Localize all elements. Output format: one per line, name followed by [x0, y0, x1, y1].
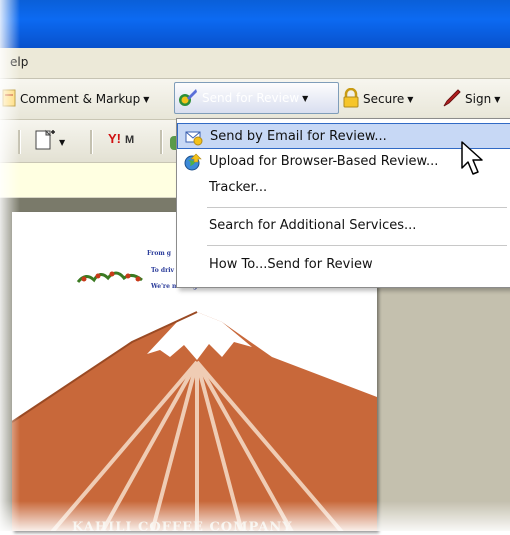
toolbar-separator — [160, 130, 163, 154]
tasks-toolbar: Comment & Markup ▼ Send for Review ▼ Secur… — [0, 79, 510, 120]
chevron-down-icon: ▼ — [494, 95, 501, 104]
menu-item-how-to[interactable]: How To...Send for Review — [177, 252, 510, 278]
coffee-plant-logo — [76, 271, 143, 283]
mountain-illustration — [12, 311, 377, 531]
sign-button[interactable]: Sign ▼ — [442, 88, 500, 110]
comment-markup-label: Comment & Markup — [20, 92, 141, 106]
chevron-down-icon: ▼ — [302, 94, 309, 103]
comment-markup-button[interactable]: Comment & Markup ▼ — [2, 88, 149, 110]
send-review-icon — [179, 89, 197, 106]
send-for-review-button[interactable]: Send for Review ▼ — [174, 82, 339, 114]
company-name: KAHILI COFFEE COMPANY — [72, 520, 293, 535]
email-review-icon — [185, 131, 203, 146]
svg-text:M: M — [125, 134, 134, 146]
menu-item-label: Upload for Browser-Based Review... — [209, 154, 439, 169]
menu-help[interactable]: elp — [10, 55, 28, 69]
chevron-down-icon: ▼ — [407, 95, 414, 104]
yahoo-toolbar-button[interactable]: Y! M — [108, 128, 148, 150]
create-pdf-button[interactable]: ▼ — [34, 128, 65, 150]
menu-item-label: How To...Send for Review — [209, 257, 373, 272]
sign-label: Sign — [465, 92, 492, 106]
yahoo-icon: Y! M — [108, 131, 134, 146]
chevron-down-icon: ▼ — [143, 95, 150, 104]
menu-item-label: Tracker... — [209, 180, 268, 195]
send-for-review-label: Send for Review — [202, 91, 300, 105]
menu-item-label: Send by Email for Review... — [210, 129, 387, 144]
menu-item-tracker[interactable]: Tracker... — [177, 175, 510, 201]
doc-text-line-2: To driv — [151, 267, 174, 274]
menu-separator — [207, 245, 507, 246]
toolbar-separator — [90, 130, 93, 154]
menu-item-label: Search for Additional Services... — [209, 218, 417, 233]
secure-label: Secure — [363, 92, 405, 106]
menu-item-search-services[interactable]: Search for Additional Services... — [177, 213, 510, 239]
menu-separator — [207, 207, 507, 208]
mouse-cursor-icon — [461, 141, 483, 175]
create-pdf-icon — [35, 129, 55, 150]
chevron-down-icon: ▼ — [59, 138, 66, 147]
secure-button[interactable]: Secure ▼ — [342, 87, 414, 110]
pen-icon — [443, 89, 461, 107]
menu-bar: elp — [0, 48, 510, 79]
globe-upload-icon — [184, 153, 202, 171]
doc-text-line-1: From g — [147, 250, 171, 257]
lock-icon — [343, 87, 359, 108]
toolbar-separator — [18, 130, 21, 154]
svg-text:Y!: Y! — [108, 131, 121, 146]
comment-markup-icon — [2, 89, 16, 107]
title-bar — [0, 0, 510, 48]
